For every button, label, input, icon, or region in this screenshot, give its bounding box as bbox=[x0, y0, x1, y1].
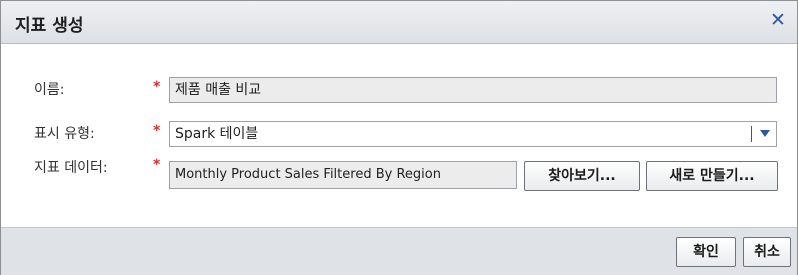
dialog-body: 이름: * 제품 매출 비교 표시 유형: * Spark 테이블 지표 데이터… bbox=[1, 44, 797, 226]
display-type-select[interactable]: Spark 테이블 bbox=[169, 121, 777, 147]
indicator-data-required-marker: * bbox=[153, 157, 161, 173]
name-field-value: 제품 매출 비교 bbox=[175, 82, 262, 98]
indicator-data-label: 지표 데이터: bbox=[34, 160, 108, 176]
create-new-button[interactable]: 새로 만들기... bbox=[646, 161, 778, 191]
browse-button[interactable]: 찾아보기... bbox=[524, 161, 640, 191]
indicator-data-value: Monthly Product Sales Filtered By Region bbox=[175, 167, 441, 182]
ok-button[interactable]: 확인 bbox=[676, 237, 736, 267]
name-required-marker: * bbox=[153, 79, 161, 95]
dialog-title: 지표 생성 bbox=[15, 16, 84, 36]
indicator-data-field[interactable]: Monthly Product Sales Filtered By Region bbox=[169, 161, 517, 189]
cancel-button[interactable]: 취소 bbox=[743, 237, 791, 267]
display-type-label: 표시 유형: bbox=[34, 126, 95, 142]
display-type-value: Spark 테이블 bbox=[175, 126, 259, 142]
create-indicator-dialog: 지표 생성 ✕ 이름: * 제품 매출 비교 표시 유형: * Spark 테이… bbox=[0, 0, 798, 275]
select-divider bbox=[751, 126, 752, 142]
close-icon[interactable]: ✕ bbox=[767, 9, 789, 31]
dialog-footer: 확인 취소 bbox=[1, 227, 797, 275]
name-field[interactable]: 제품 매출 비교 bbox=[169, 77, 777, 103]
chevron-down-icon[interactable] bbox=[760, 130, 770, 137]
display-type-required-marker: * bbox=[153, 123, 161, 139]
dialog-titlebar[interactable]: 지표 생성 ✕ bbox=[1, 1, 797, 44]
name-label: 이름: bbox=[34, 82, 65, 98]
